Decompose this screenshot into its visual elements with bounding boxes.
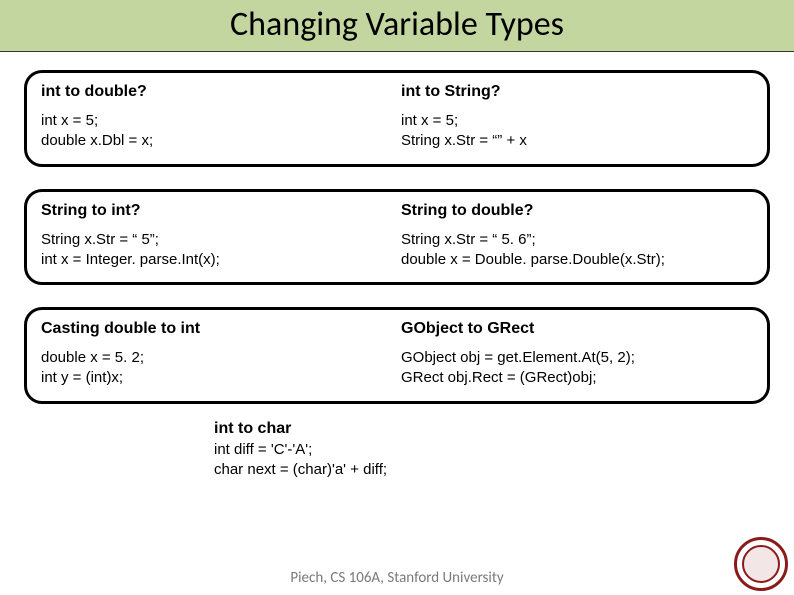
code-line: int x = 5; xyxy=(41,111,393,131)
cell-int-to-string: int to String? int x = 5; String x.Str =… xyxy=(393,83,753,152)
code-double-to-int: double x = 5. 2; int y = (int)x; xyxy=(41,348,393,389)
cell-int-to-char: int to char int diff = 'C'-'A'; char nex… xyxy=(214,420,770,481)
header-double-to-int: Casting double to int xyxy=(41,320,393,338)
stanford-seal-icon xyxy=(734,537,788,591)
header-string-to-double: String to double? xyxy=(401,202,753,220)
code-line: int x = Integer. parse.Int(x); xyxy=(41,250,393,270)
code-line: int y = (int)x; xyxy=(41,368,393,388)
cell-string-to-double: String to double? String x.Str = “ 5. 6”… xyxy=(393,202,753,271)
card-row-3: Casting double to int double x = 5. 2; i… xyxy=(24,307,770,404)
header-gobject-to-grect: GObject to GRect xyxy=(401,320,753,338)
code-int-to-double: int x = 5; double x.Dbl = x; xyxy=(41,111,393,152)
code-gobject-to-grect: GObject obj = get.Element.At(5, 2); GRec… xyxy=(401,348,753,389)
code-line: String x.Str = “ 5. 6”; xyxy=(401,230,753,250)
card-row-2: String to int? String x.Str = “ 5”; int … xyxy=(24,189,770,286)
code-line: int x = 5; xyxy=(401,111,753,131)
code-string-to-int: String x.Str = “ 5”; int x = Integer. pa… xyxy=(41,230,393,271)
slide-title: Changing Variable Types xyxy=(0,4,794,45)
code-line: double x = 5. 2; xyxy=(41,348,393,368)
code-line: double x = Double. parse.Double(x.Str); xyxy=(401,250,753,270)
cell-gobject-to-grect: GObject to GRect GObject obj = get.Eleme… xyxy=(393,320,753,389)
footer-text: Piech, CS 106A, Stanford University xyxy=(0,569,794,587)
header-int-to-string: int to String? xyxy=(401,83,753,101)
code-int-to-string: int x = 5; String x.Str = “” + x xyxy=(401,111,753,152)
cell-string-to-int: String to int? String x.Str = “ 5”; int … xyxy=(41,202,393,271)
header-int-to-char: int to char xyxy=(214,420,770,438)
title-bar: Changing Variable Types xyxy=(0,0,794,52)
header-string-to-int: String to int? xyxy=(41,202,393,220)
code-int-to-char: int diff = 'C'-'A'; char next = (char)'a… xyxy=(214,440,770,481)
code-line: GObject obj = get.Element.At(5, 2); xyxy=(401,348,753,368)
header-int-to-double: int to double? xyxy=(41,83,393,101)
card-row-1: int to double? int x = 5; double x.Dbl =… xyxy=(24,70,770,167)
cell-double-to-int: Casting double to int double x = 5. 2; i… xyxy=(41,320,393,389)
content-area: int to double? int x = 5; double x.Dbl =… xyxy=(0,52,794,480)
code-line: String x.Str = “ 5”; xyxy=(41,230,393,250)
cell-int-to-double: int to double? int x = 5; double x.Dbl =… xyxy=(41,83,393,152)
code-line: int diff = 'C'-'A'; xyxy=(214,440,770,460)
code-line: GRect obj.Rect = (GRect)obj; xyxy=(401,368,753,388)
code-line: double x.Dbl = x; xyxy=(41,131,393,151)
code-line: char next = (char)'a' + diff; xyxy=(214,460,770,480)
code-line: String x.Str = “” + x xyxy=(401,131,753,151)
code-string-to-double: String x.Str = “ 5. 6”; double x = Doubl… xyxy=(401,230,753,271)
